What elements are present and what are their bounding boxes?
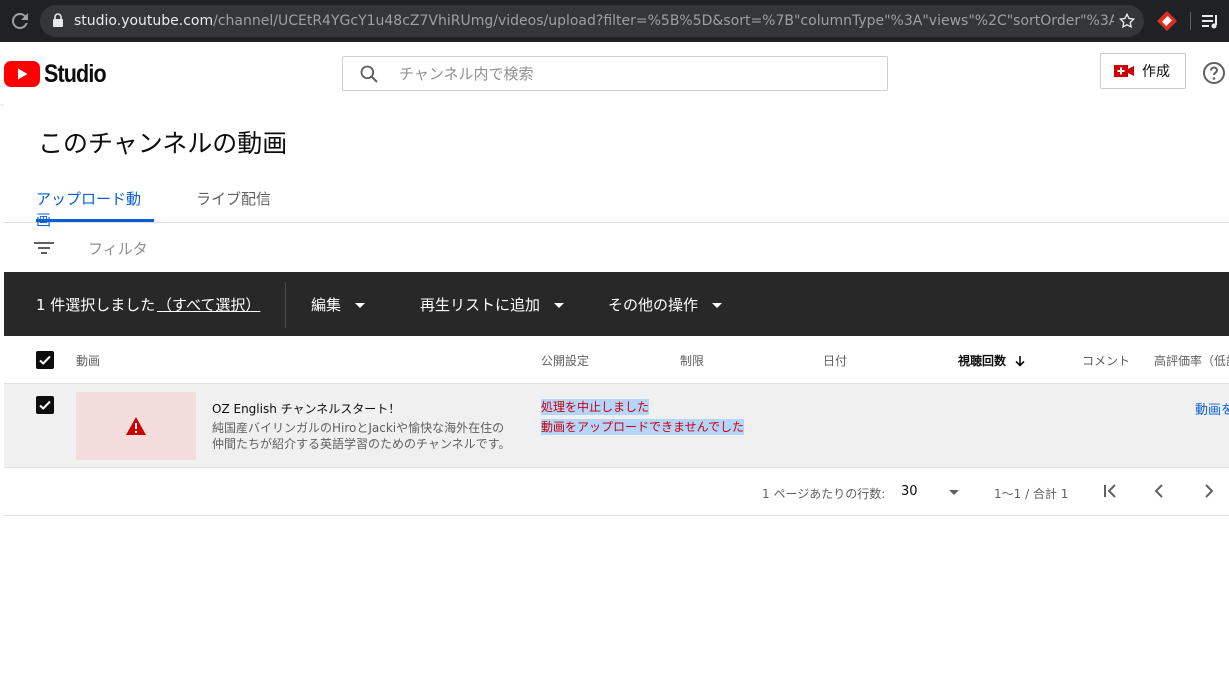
column-video[interactable]: 動画: [76, 352, 100, 369]
check-icon: [39, 355, 51, 365]
video-camera-plus-icon: [1114, 65, 1134, 77]
table-header: 動画 公開設定 制限 日付 視聴回数 コメント 高評価率（低評: [4, 336, 1229, 384]
search-icon[interactable]: [359, 64, 379, 84]
column-visibility[interactable]: 公開設定: [541, 352, 589, 369]
main-content: このチャンネルの動画 アップロード動画 ライブ配信 フィルタ 1 件選択しました…: [4, 104, 1229, 691]
previous-page-icon[interactable]: [1151, 482, 1169, 500]
arrow-down-icon: [1015, 356, 1025, 367]
video-description: 純国産バイリンガルのHiroとJackiや愉快な海外在住の 仲間たちが紹介する英…: [212, 420, 517, 452]
table-pagination: 1 ページあたりの行数: 30 1〜1 / 合計 1: [4, 468, 1229, 516]
lock-icon: [53, 13, 63, 27]
media-queue-icon[interactable]: [1200, 11, 1220, 31]
row-checkbox[interactable]: [36, 396, 54, 414]
create-button[interactable]: 作成: [1100, 53, 1186, 89]
tab-uploads[interactable]: アップロード動画: [36, 188, 154, 229]
create-button-label: 作成: [1142, 64, 1170, 80]
processing-aborted-status: 処理を中止しました: [541, 399, 650, 415]
caret-down-icon: [712, 303, 723, 308]
warning-icon: [126, 417, 146, 435]
bookmark-star-icon[interactable]: [1118, 12, 1136, 30]
column-restrictions[interactable]: 制限: [680, 352, 704, 369]
description-line: 純国産バイリンガルのHiroとJackiや愉快な海外在住の: [212, 421, 505, 435]
selection-action-bar: 1 件選択しました （すべて選択） 編集 再生リストに追加 その他の操作: [4, 272, 1229, 336]
filter-bar[interactable]: フィルタ: [4, 224, 1229, 272]
content-tabs: アップロード動画 ライブ配信: [4, 180, 1229, 229]
filter-icon[interactable]: [34, 240, 54, 256]
page-range: 1〜1 / 合計 1: [994, 487, 1069, 501]
next-page-icon[interactable]: [1199, 482, 1217, 500]
help-icon[interactable]: [1202, 61, 1226, 85]
upload-failed-status: 動画をアップロードできませんでした: [541, 419, 745, 435]
column-likes[interactable]: 高評価率（低評: [1154, 352, 1229, 369]
add-to-playlist-label: 再生リストに追加: [420, 296, 541, 314]
column-views[interactable]: 視聴回数: [958, 352, 1026, 369]
tab-live[interactable]: ライブ配信: [196, 188, 271, 222]
browser-toolbar: studio.youtube.com/channel/UCEtR4YGcY1u4…: [0, 0, 1229, 42]
video-action-link[interactable]: 動画を: [1195, 399, 1229, 418]
select-all-checkbox[interactable]: [36, 351, 54, 369]
select-all-link[interactable]: （すべて選択）: [157, 294, 260, 315]
video-thumbnail[interactable]: [76, 392, 196, 460]
more-actions-label: その他の操作: [608, 296, 699, 314]
column-date[interactable]: 日付: [823, 352, 847, 369]
logo-text: Studio: [44, 60, 107, 88]
video-title[interactable]: OZ English チャンネルスタート！: [212, 400, 400, 417]
action-divider: [285, 282, 286, 328]
rows-per-page-select[interactable]: 30: [901, 484, 918, 499]
studio-header: Studio 作成: [0, 42, 1229, 104]
table-row[interactable]: OZ English チャンネルスタート！ 純国産バイリンガルのHiroとJac…: [4, 384, 1229, 468]
selection-count: 1 件選択しました: [36, 296, 156, 314]
edit-label: 編集: [311, 296, 342, 314]
first-page-icon[interactable]: [1102, 482, 1120, 500]
description-line: 仲間たちが紹介する英語学習のためのチャンネルです。: [212, 437, 511, 451]
channel-search: [342, 56, 888, 91]
filter-placeholder: フィルタ: [88, 240, 148, 258]
check-icon: [39, 400, 51, 410]
column-views-label: 視聴回数: [958, 354, 1007, 368]
rows-per-page-label: 1 ページあたりの行数:: [762, 487, 886, 501]
address-bar[interactable]: studio.youtube.com/channel/UCEtR4YGcY1u4…: [40, 5, 1144, 37]
url-text: studio.youtube.com/channel/UCEtR4YGcY1u4…: [74, 13, 1114, 29]
reload-icon[interactable]: [8, 9, 32, 33]
caret-down-icon: [355, 303, 366, 308]
search-input[interactable]: [399, 64, 869, 84]
add-to-playlist-dropdown[interactable]: 再生リストに追加: [420, 294, 565, 315]
column-comments[interactable]: コメント: [1082, 352, 1130, 369]
page-title: このチャンネルの動画: [38, 129, 288, 158]
edit-dropdown[interactable]: 編集: [311, 294, 366, 315]
caret-down-icon[interactable]: [949, 490, 959, 495]
more-actions-dropdown[interactable]: その他の操作: [608, 294, 723, 315]
extension-icon[interactable]: [1156, 10, 1178, 32]
youtube-logo-icon: [4, 61, 40, 87]
toolbar-divider: [1190, 12, 1191, 30]
caret-down-icon: [554, 303, 565, 308]
